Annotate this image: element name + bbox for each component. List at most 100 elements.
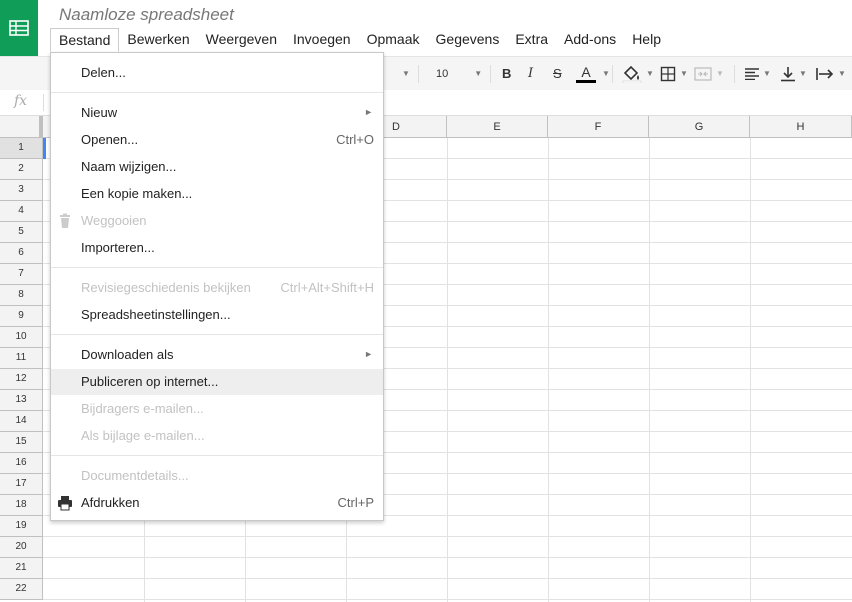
column-header-f[interactable]: F — [548, 116, 649, 138]
menu-separator — [51, 334, 383, 335]
menu-edit[interactable]: Bewerken — [119, 28, 197, 52]
row-header-21[interactable]: 21 — [0, 558, 43, 579]
menu-revision-history: Revisiegeschiedenis bekijken Ctrl+Alt+Sh… — [51, 275, 383, 301]
document-title[interactable]: Naamloze spreadsheet — [59, 5, 234, 25]
menu-file[interactable]: Bestand — [50, 28, 120, 52]
toolbar-divider — [418, 65, 419, 83]
menu-bar: Bestand Bewerken Weergeven Invoegen Opma… — [50, 28, 669, 52]
column-header-h[interactable]: H — [750, 116, 852, 138]
row-header-5[interactable]: 5 — [0, 222, 43, 243]
bold-icon: B — [502, 66, 512, 81]
menu-make-copy-label: Een kopie maken... — [81, 186, 193, 201]
row-header-18[interactable]: 18 — [0, 495, 43, 516]
menu-view[interactable]: Weergeven — [198, 28, 285, 52]
column-header-g[interactable]: G — [649, 116, 750, 138]
grid-row-line — [43, 557, 852, 558]
text-color-caret-icon[interactable]: ▼ — [598, 57, 610, 90]
row-header-13[interactable]: 13 — [0, 390, 43, 411]
row-header-2[interactable]: 2 — [0, 159, 43, 180]
merge-cells-button[interactable]: ▼ — [694, 57, 724, 90]
menu-format[interactable]: Opmaak — [359, 28, 428, 52]
row-header-9[interactable]: 9 — [0, 306, 43, 327]
vertical-align-button[interactable]: ▼ — [781, 57, 807, 90]
menu-import-label: Importeren... — [81, 240, 155, 255]
trash-icon — [60, 213, 70, 228]
menu-rename[interactable]: Naam wijzigen... — [51, 154, 383, 180]
menu-print-label: Afdrukken — [81, 495, 140, 510]
menu-open-shortcut: Ctrl+O — [336, 132, 374, 147]
menu-print-shortcut: Ctrl+P — [337, 495, 374, 510]
grid-column-line — [548, 138, 549, 602]
row-header-16[interactable]: 16 — [0, 453, 43, 474]
menu-help[interactable]: Help — [624, 28, 669, 52]
menu-document-details: Documentdetails... — [51, 463, 383, 489]
row-header-14[interactable]: 14 — [0, 411, 43, 432]
submenu-arrow-icon: ► — [364, 349, 373, 359]
row-header-15[interactable]: 15 — [0, 432, 43, 453]
horizontal-align-button[interactable]: ▼ — [745, 57, 771, 90]
borders-button[interactable]: ▼ — [660, 57, 688, 90]
submenu-arrow-icon: ► — [364, 107, 373, 117]
row-header-11[interactable]: 11 — [0, 348, 43, 369]
row-header-4[interactable]: 4 — [0, 201, 43, 222]
strikethrough-button[interactable]: S — [553, 57, 562, 90]
row-header-8[interactable]: 8 — [0, 285, 43, 306]
row-header-7[interactable]: 7 — [0, 264, 43, 285]
menu-email-collaborators-label: Bijdragers e-mailen... — [81, 401, 204, 416]
text-color-icon: A — [581, 63, 591, 80]
sheets-logo-icon[interactable] — [0, 0, 38, 56]
menu-new[interactable]: Nieuw ► — [51, 100, 383, 126]
paint-bucket-icon — [622, 65, 642, 83]
menu-spreadsheet-settings[interactable]: Spreadsheetinstellingen... — [51, 302, 383, 328]
row-header-3[interactable]: 3 — [0, 180, 43, 201]
menu-share[interactable]: Delen... — [51, 60, 383, 86]
menu-addons[interactable]: Add-ons — [556, 28, 624, 52]
row-header-6[interactable]: 6 — [0, 243, 43, 264]
borders-icon — [660, 66, 676, 81]
menu-insert[interactable]: Invoegen — [285, 28, 359, 52]
font-dropdown-caret-icon[interactable]: ▼ — [398, 57, 410, 90]
select-all-corner[interactable] — [0, 116, 43, 138]
fx-icon: fx — [14, 93, 28, 109]
font-size-select[interactable]: 10 ▼ — [436, 57, 486, 90]
menu-download-label: Downloaden als — [81, 347, 174, 362]
menu-revision-history-label: Revisiegeschiedenis bekijken — [81, 280, 251, 295]
menu-rename-label: Naam wijzigen... — [81, 159, 177, 174]
row-header-19[interactable]: 19 — [0, 516, 43, 537]
italic-button[interactable]: I — [528, 57, 533, 90]
font-size-value: 10 — [436, 67, 449, 80]
align-bottom-icon — [781, 66, 795, 81]
fill-color-button[interactable]: ▼ — [622, 57, 654, 90]
menu-separator — [51, 92, 383, 93]
row-header-12[interactable]: 12 — [0, 369, 43, 390]
menu-revision-history-shortcut: Ctrl+Alt+Shift+H — [280, 280, 374, 295]
file-menu-dropdown: Delen... Nieuw ► Openen... Ctrl+O Naam w… — [50, 52, 384, 521]
menu-make-copy[interactable]: Een kopie maken... — [51, 181, 383, 207]
menu-import[interactable]: Importeren... — [51, 235, 383, 261]
text-color-button[interactable]: A — [576, 57, 596, 90]
grid-column-line — [447, 138, 448, 602]
selected-cell-indicator — [43, 138, 46, 159]
menu-download-as[interactable]: Downloaden als ► — [51, 342, 383, 368]
menu-email-collaborators: Bijdragers e-mailen... — [51, 396, 383, 422]
menu-publish-to-web[interactable]: Publiceren op internet... — [51, 369, 383, 395]
grid-column-line — [649, 138, 650, 602]
bold-button[interactable]: B — [502, 57, 511, 90]
menu-open-label: Openen... — [81, 132, 139, 147]
menu-email-attachment-label: Als bijlage e-mailen... — [81, 428, 205, 443]
menu-data[interactable]: Gegevens — [428, 28, 508, 52]
text-color-swatch — [576, 79, 596, 83]
row-header-22[interactable]: 22 — [0, 579, 43, 600]
menu-tools[interactable]: Extra — [507, 28, 556, 52]
row-header-10[interactable]: 10 — [0, 327, 43, 348]
menu-open[interactable]: Openen... Ctrl+O — [51, 127, 383, 153]
text-wrap-button[interactable]: ▼ — [816, 57, 846, 90]
menu-email-attachment: Als bijlage e-mailen... — [51, 423, 383, 449]
row-header-20[interactable]: 20 — [0, 537, 43, 558]
column-header-e[interactable]: E — [447, 116, 548, 138]
row-header-1[interactable]: 1 — [0, 138, 43, 159]
italic-icon: I — [528, 66, 534, 81]
row-header-17[interactable]: 17 — [0, 474, 43, 495]
menu-print[interactable]: Afdrukken Ctrl+P — [51, 490, 383, 516]
menu-settings-label: Spreadsheetinstellingen... — [81, 307, 231, 322]
